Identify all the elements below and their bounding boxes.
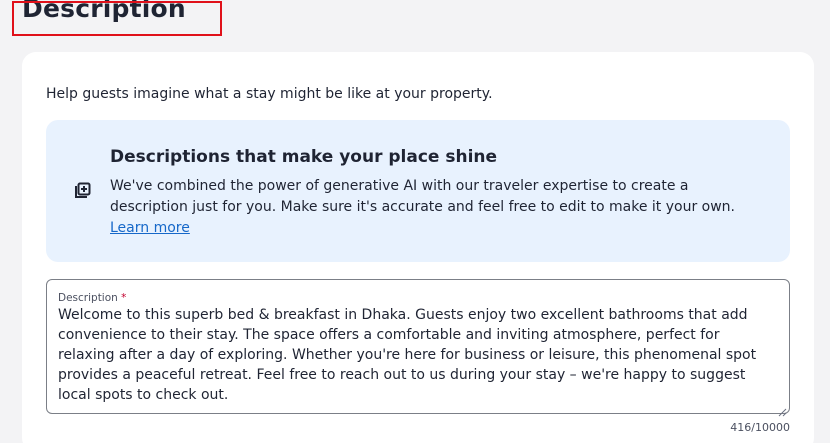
description-label-text: Description xyxy=(58,292,118,304)
description-label: Description * xyxy=(58,292,126,304)
resize-handle-icon[interactable] xyxy=(778,402,787,417)
ai-description-panel: Descriptions that make your place shine … xyxy=(46,120,790,262)
title-highlight-box xyxy=(12,1,222,36)
character-counter: 416/10000 xyxy=(730,421,790,434)
ai-panel-heading: Descriptions that make your place shine xyxy=(110,147,498,167)
intro-text: Help guests imagine what a stay might be… xyxy=(46,86,493,102)
ai-panel-body: We've combined the power of generative A… xyxy=(110,176,770,239)
description-card: Help guests imagine what a stay might be… xyxy=(22,52,814,443)
required-marker: * xyxy=(121,292,127,304)
page: Description Help guests imagine what a s… xyxy=(0,0,830,443)
learn-more-link[interactable]: Learn more xyxy=(110,220,190,236)
ai-sparkle-edit-icon xyxy=(73,181,92,200)
description-field[interactable]: Description * Welcome to this superb bed… xyxy=(46,279,790,417)
description-textarea[interactable]: Welcome to this superb bed & breakfast i… xyxy=(58,305,774,405)
ai-panel-body-text: We've combined the power of generative A… xyxy=(110,178,735,215)
